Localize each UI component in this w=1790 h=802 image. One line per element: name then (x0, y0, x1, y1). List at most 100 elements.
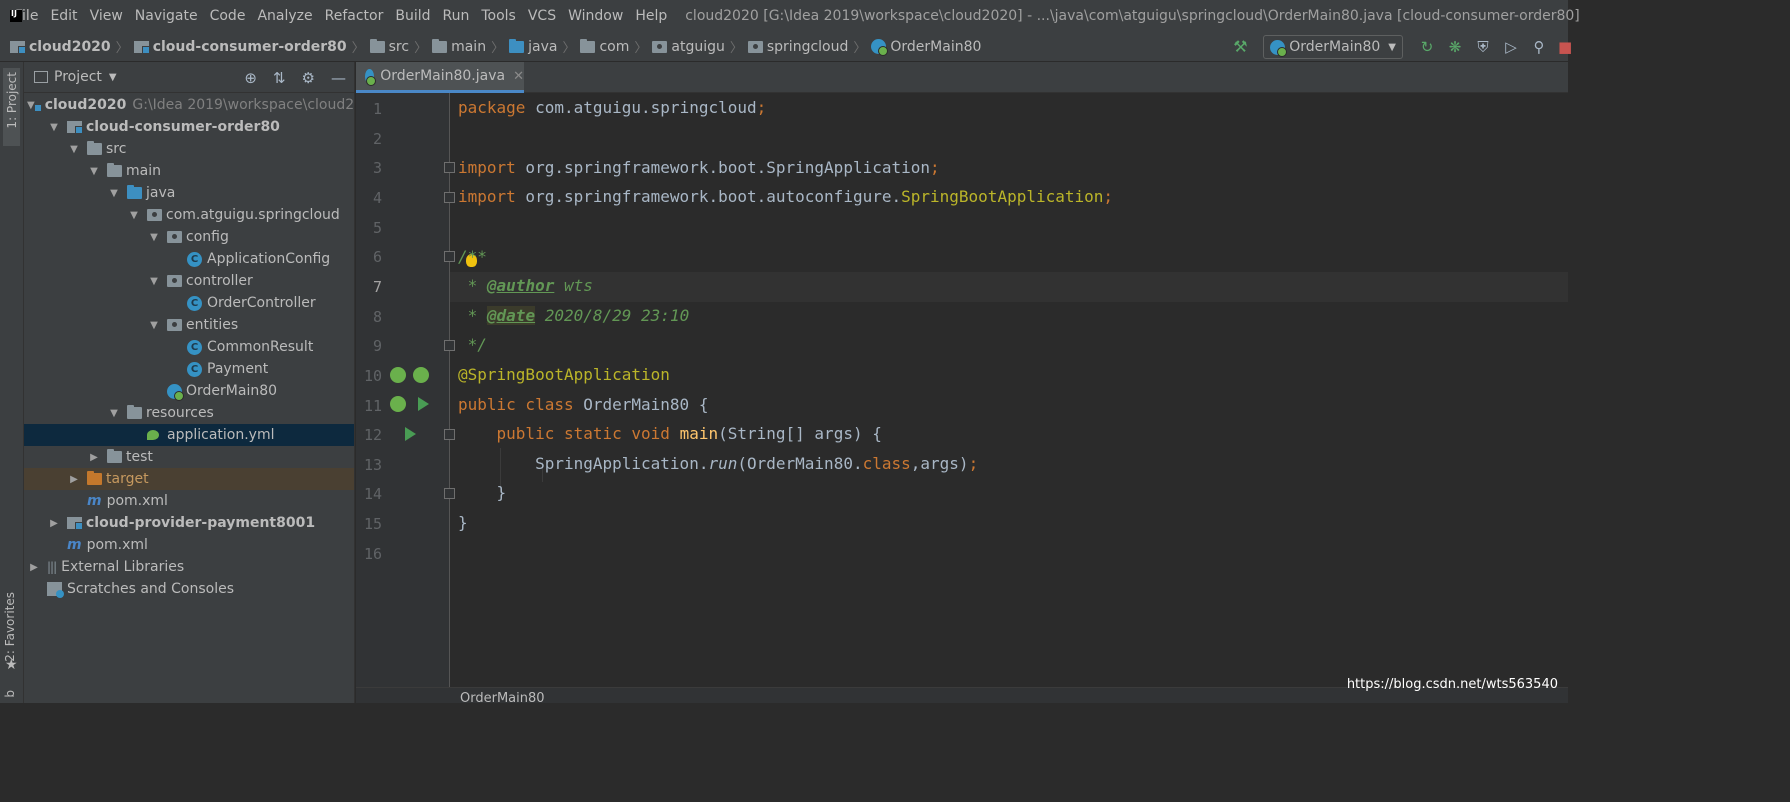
tree-item-test[interactable]: ▶ test (24, 446, 354, 468)
project-tool-tab[interactable]: 1: Project (3, 68, 20, 146)
code-editor[interactable]: 1 2 3 4 5 6 7 8 9 10 11 12 13 14 15 16 p… (356, 93, 1568, 687)
expand-arrow-icon[interactable]: ▼ (107, 408, 121, 419)
menu-refactor[interactable]: Refactor (325, 8, 384, 24)
tree-item-cloud-provider-payment8001[interactable]: ▶ cloud-provider-payment8001 (24, 512, 354, 534)
crumb-springcloud[interactable]: springcloud (747, 39, 848, 55)
crumb-cloud2020[interactable]: cloud2020 (10, 39, 111, 55)
expand-arrow-icon[interactable]: ▼ (127, 210, 141, 221)
package-icon (167, 231, 182, 243)
collapse-arrow-icon[interactable]: ▶ (47, 518, 61, 529)
chevron-down-icon[interactable]: ▼ (109, 72, 117, 83)
collapse-arrow-icon[interactable]: ▶ (67, 474, 81, 485)
spring-context-check-icon[interactable] (413, 367, 429, 383)
fold-marker-icon[interactable] (444, 340, 455, 351)
tree-item-main[interactable]: ▼ main (24, 160, 354, 182)
tree-item-external-libraries[interactable]: ▶ ||| External Libraries (24, 556, 354, 578)
tree-item-scratches[interactable]: Scratches and Consoles (24, 578, 354, 600)
tree-item-controller[interactable]: ▼ controller (24, 270, 354, 292)
tree-item-pom-xml[interactable]: m pom.xml (24, 490, 354, 512)
menu-analyze[interactable]: Analyze (257, 8, 312, 24)
star-icon: ★ (5, 657, 18, 673)
expand-arrow-icon[interactable]: ▼ (47, 122, 61, 133)
hide-minus-icon[interactable]: — (331, 69, 346, 87)
coverage-shield-icon[interactable]: ⛨ (1474, 38, 1492, 56)
fold-marker-icon[interactable] (444, 192, 455, 203)
locate-crosshair-icon[interactable]: ⊕ (244, 69, 257, 87)
build-hammer-icon[interactable]: ⚒ (1233, 39, 1249, 55)
collapse-arrow-icon[interactable]: ▶ (87, 452, 101, 463)
menu-run[interactable]: Run (443, 8, 470, 24)
stop-icon[interactable]: ■ (1558, 38, 1572, 56)
run-main-method-icon[interactable] (405, 427, 416, 441)
expand-arrow-icon[interactable]: ▼ (147, 276, 161, 287)
tree-item-config[interactable]: ▼ config (24, 226, 354, 248)
search-run-icon[interactable]: ⚲ (1530, 38, 1548, 56)
rerun-icon[interactable]: ↻ (1418, 38, 1436, 56)
expand-arrow-icon[interactable]: ▼ (147, 232, 161, 243)
crumb-ordermain80[interactable]: OrderMain80 (871, 39, 981, 56)
project-panel-title[interactable]: Project (54, 69, 102, 85)
tab-ordermain80-java[interactable]: OrderMain80.java ✕ (356, 62, 524, 93)
fold-marker-icon[interactable] (444, 251, 455, 262)
spring-bean-search-icon[interactable] (390, 367, 406, 383)
tree-item-applicationconfig[interactable]: C ApplicationConfig (24, 248, 354, 270)
tree-item-root-pom-xml[interactable]: m pom.xml (24, 534, 354, 556)
line-number: 4 (372, 189, 382, 207)
crumb-java[interactable]: java (509, 38, 557, 55)
tree-item-entities[interactable]: ▼ entities (24, 314, 354, 336)
spring-boot-app-icon[interactable] (390, 396, 406, 412)
crumb-src[interactable]: src (369, 38, 409, 55)
tree-item-cloud2020[interactable]: ▼ cloud2020 G:\Idea 2019\workspace\cloud… (24, 94, 354, 116)
tree-item-payment[interactable]: C Payment (24, 358, 354, 380)
menu-edit[interactable]: Edit (50, 8, 77, 24)
menu-window[interactable]: Window (568, 8, 623, 24)
code-line: @SpringBootApplication (458, 365, 670, 384)
menu-help[interactable]: Help (635, 8, 667, 24)
menu-build[interactable]: Build (395, 8, 430, 24)
crumb-main[interactable]: main (432, 38, 487, 55)
tree-item-application-yml[interactable]: application.yml (24, 424, 354, 446)
crumb-label: main (451, 38, 487, 55)
tree-item-commonresult[interactable]: C CommonResult (24, 336, 354, 358)
profile-icon[interactable]: ▷ (1502, 38, 1520, 56)
collapse-arrow-icon[interactable]: ▶ (27, 562, 41, 573)
expand-arrow-icon[interactable]: ▼ (147, 320, 161, 331)
tree-item-src[interactable]: ▼ src (24, 138, 354, 160)
tree-item-ordercontroller[interactable]: C OrderController (24, 292, 354, 314)
expand-arrow-icon[interactable]: ▼ (67, 144, 81, 155)
expand-arrow-icon[interactable]: ▼ (87, 166, 101, 177)
debug-bug-icon[interactable]: ❋ (1446, 38, 1464, 56)
gear-icon[interactable]: ⚙ (302, 69, 315, 87)
crumb-atguigu[interactable]: atguigu (652, 39, 725, 55)
tree-item-resources[interactable]: ▼ resources (24, 402, 354, 424)
module-icon (133, 40, 150, 54)
menu-navigate[interactable]: Navigate (135, 8, 198, 24)
run-configuration-select[interactable]: OrderMain80 ▼ (1263, 35, 1403, 59)
tree-item-com-atguigu-springcloud[interactable]: ▼ com.atguigu.springcloud (24, 204, 354, 226)
menu-view[interactable]: View (90, 8, 123, 24)
crumb-com[interactable]: com (580, 38, 629, 55)
favorites-tab-label[interactable]: 2: Favorites (3, 592, 17, 662)
collapse-all-icon[interactable]: ⇅ (273, 69, 286, 87)
fold-marker-icon[interactable] (444, 162, 455, 173)
menu-vcs[interactable]: VCS (528, 8, 556, 24)
menu-tools[interactable]: Tools (481, 8, 516, 24)
fold-marker-icon[interactable] (444, 488, 455, 499)
tree-item-ordermain80[interactable]: OrderMain80 (24, 380, 354, 402)
editor-breadcrumb-class[interactable]: OrderMain80 (460, 691, 545, 706)
menu-code[interactable]: Code (210, 8, 246, 24)
crumb-label: cloud2020 (29, 38, 111, 55)
tree-item-label: java (146, 185, 176, 201)
tree-item-cloud-consumer-order80[interactable]: ▼ cloud-consumer-order80 (24, 116, 354, 138)
expand-arrow-icon[interactable]: ▼ (107, 188, 121, 199)
module-icon (67, 121, 83, 134)
tree-item-label: pom.xml (106, 493, 168, 509)
tree-item-java[interactable]: ▼ java (24, 182, 354, 204)
tree-item-target[interactable]: ▶ target (24, 468, 354, 490)
structure-tab-label[interactable]: b (3, 690, 17, 698)
run-main-class-icon[interactable] (418, 397, 429, 411)
fold-marker-icon[interactable] (444, 429, 455, 440)
tree-item-label: OrderMain80 (186, 383, 278, 399)
close-icon[interactable]: ✕ (513, 69, 524, 84)
crumb-cloud-consumer-order80[interactable]: cloud-consumer-order80 (133, 39, 347, 55)
